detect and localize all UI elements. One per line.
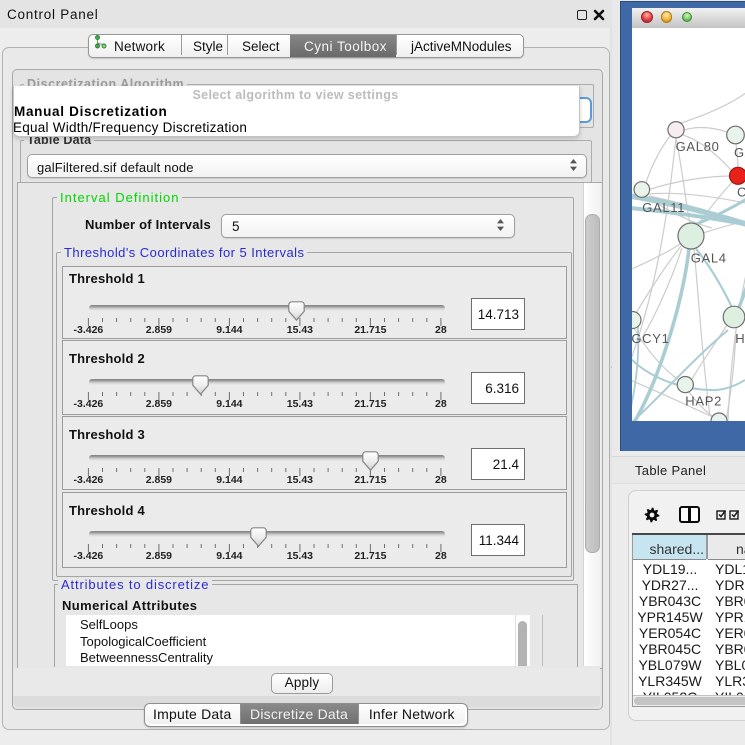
svg-text:GA: GA <box>734 145 745 160</box>
svg-text:H: H <box>735 331 745 346</box>
svg-text:GAL11: GAL11 <box>642 200 685 215</box>
svg-text:C: C <box>737 185 745 200</box>
svg-text:HAP2: HAP2 <box>685 394 722 409</box>
svg-text:GAL80: GAL80 <box>676 139 720 154</box>
svg-text:GCY1: GCY1 <box>632 331 670 346</box>
svg-text:GAL4: GAL4 <box>691 250 727 265</box>
